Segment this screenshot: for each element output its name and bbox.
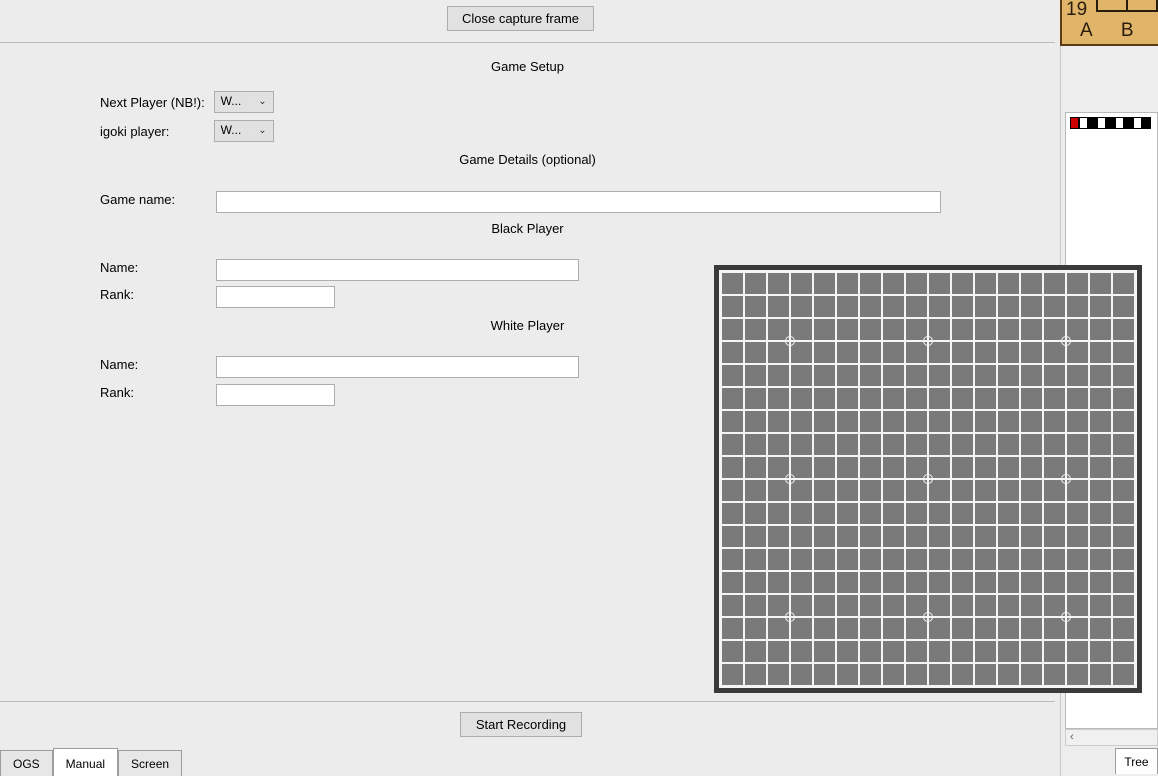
label-white-name: Name: (100, 357, 214, 372)
game-setup-pane: Close capture frame Game Setup Next Play… (0, 0, 1055, 776)
section-title-game-setup: Game Setup (0, 59, 1055, 74)
hoshi-point (785, 336, 795, 346)
bottom-tabs: OGS Manual Screen (0, 748, 1055, 776)
label-next-player: Next Player (NB!): (100, 95, 210, 110)
white-name-input[interactable] (216, 356, 579, 378)
row-next-player: Next Player (NB!): W... ⌄ (100, 91, 1000, 117)
igoki-player-value: W... (221, 123, 242, 137)
divider (0, 701, 1055, 702)
horizontal-scrollbar[interactable]: ‹ (1065, 729, 1158, 746)
hoshi-point (785, 474, 795, 484)
hoshi-point (923, 612, 933, 622)
hoshi-point (1061, 336, 1071, 346)
black-rank-input[interactable] (216, 286, 335, 308)
chevron-down-icon: ⌄ (258, 96, 266, 107)
chevron-down-icon: ⌄ (258, 125, 266, 136)
go-board-preview (714, 265, 1142, 693)
scroll-left-icon: ‹ (1070, 731, 1074, 743)
board-row-number: 19 (1066, 0, 1087, 21)
row-game-name: Game name: (100, 191, 1000, 217)
hoshi-point (785, 612, 795, 622)
tab-screen[interactable]: Screen (118, 750, 182, 776)
next-player-dropdown[interactable]: W... ⌄ (214, 91, 274, 113)
white-rank-input[interactable] (216, 384, 335, 406)
go-board-wood-fragment: 19 A B C (1060, 0, 1158, 46)
label-white-rank: Rank: (100, 385, 214, 400)
black-name-input[interactable] (216, 259, 579, 281)
tab-ogs[interactable]: OGS (0, 750, 53, 776)
label-game-name: Game name: (100, 192, 214, 207)
hoshi-point (923, 336, 933, 346)
start-recording-button[interactable]: Start Recording (460, 712, 582, 737)
hoshi-point (1061, 612, 1071, 622)
label-black-name: Name: (100, 260, 214, 275)
section-title-black-player: Black Player (0, 221, 1055, 236)
next-player-value: W... (221, 94, 242, 108)
divider (0, 42, 1055, 43)
section-title-game-details: Game Details (optional) (0, 152, 1055, 167)
hoshi-point (923, 474, 933, 484)
row-igoki-player: igoki player: W... ⌄ (100, 120, 1000, 146)
game-name-input[interactable] (216, 191, 941, 213)
igoki-player-dropdown[interactable]: W... ⌄ (214, 120, 274, 142)
go-board-grid (719, 270, 1137, 688)
top-toolbar: Close capture frame (0, 0, 1055, 44)
label-igoki-player: igoki player: (100, 124, 210, 139)
hoshi-point (1061, 474, 1071, 484)
label-black-rank: Rank: (100, 287, 214, 302)
tab-manual[interactable]: Manual (53, 748, 118, 776)
ruler-ticks (1070, 117, 1155, 129)
close-capture-button[interactable]: Close capture frame (447, 6, 594, 31)
board-column-letters: A B C (1080, 20, 1158, 46)
tab-tree[interactable]: Tree (1115, 748, 1158, 774)
